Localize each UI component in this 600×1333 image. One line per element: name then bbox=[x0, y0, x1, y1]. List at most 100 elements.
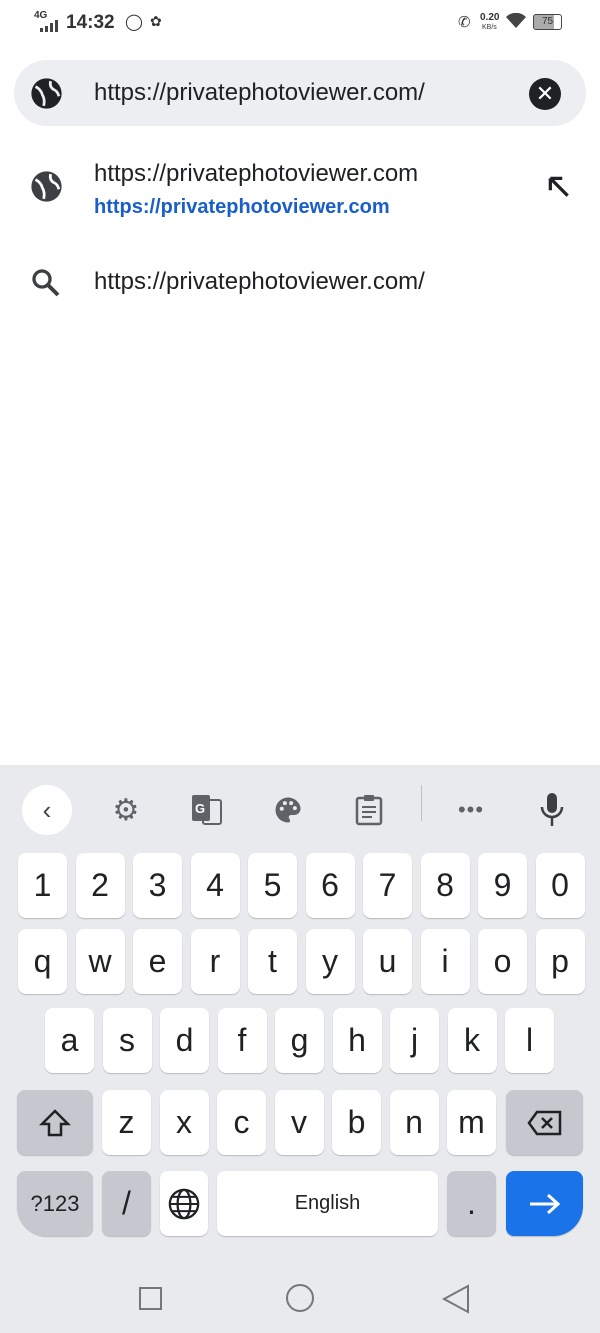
url-input[interactable]: https://privatephotoviewer.com/ bbox=[94, 79, 425, 107]
key-label: n bbox=[405, 1104, 423, 1140]
key-label: t bbox=[268, 943, 277, 979]
key-t[interactable]: t bbox=[248, 929, 297, 994]
key-6[interactable]: 6 bbox=[305, 853, 355, 918]
home-button[interactable] bbox=[286, 1284, 314, 1312]
key-label: b bbox=[347, 1104, 366, 1140]
key-label: 1 bbox=[33, 867, 52, 903]
key-p[interactable]: p bbox=[535, 929, 585, 994]
key-s[interactable]: s bbox=[102, 1008, 152, 1073]
language-key[interactable] bbox=[160, 1171, 208, 1236]
key-label: w bbox=[88, 943, 112, 979]
key-label: 5 bbox=[263, 867, 282, 903]
key-i[interactable]: i bbox=[420, 929, 470, 994]
key-8[interactable]: 8 bbox=[420, 853, 470, 918]
key-0[interactable]: 0 bbox=[535, 853, 585, 918]
key-j[interactable]: j bbox=[390, 1008, 439, 1073]
key-y[interactable]: y bbox=[305, 929, 355, 994]
globe-icon bbox=[168, 1188, 200, 1219]
key-q[interactable]: q bbox=[18, 929, 67, 994]
navigation-bar bbox=[0, 1260, 600, 1333]
address-bar[interactable]: https://privatephotoviewer.com/ ✕ bbox=[14, 60, 586, 126]
key-a[interactable]: a bbox=[45, 1008, 94, 1073]
key-label: 7 bbox=[378, 867, 397, 903]
key-o[interactable]: o bbox=[478, 929, 527, 994]
theme-button[interactable] bbox=[263, 785, 313, 835]
key-label: y bbox=[322, 943, 338, 979]
key-9[interactable]: 9 bbox=[478, 853, 527, 918]
collapse-toolbar-button[interactable]: ‹ bbox=[22, 785, 72, 835]
key-b[interactable]: b bbox=[332, 1090, 381, 1155]
key-w[interactable]: w bbox=[75, 929, 125, 994]
key-label: h bbox=[348, 1022, 366, 1058]
voice-input-button[interactable] bbox=[527, 785, 577, 835]
battery-level: 75 bbox=[541, 16, 554, 27]
key-e[interactable]: e bbox=[133, 929, 182, 994]
translate-button[interactable]: G bbox=[182, 785, 232, 835]
key-z[interactable]: z bbox=[102, 1090, 151, 1155]
clipboard-button[interactable] bbox=[344, 785, 394, 835]
key-label: e bbox=[148, 943, 167, 979]
more-icon: ••• bbox=[457, 797, 485, 822]
settings-button[interactable]: ⚙ bbox=[101, 785, 151, 835]
signal-icon bbox=[40, 20, 58, 32]
key-g[interactable]: g bbox=[275, 1008, 324, 1073]
key-label: j bbox=[410, 1022, 419, 1058]
symbols-key[interactable]: ?123 bbox=[17, 1171, 93, 1236]
key-n[interactable]: n bbox=[389, 1090, 439, 1155]
gear-icon: ⚙ bbox=[112, 793, 140, 827]
keyboard: ‹ ⚙ G ••• 1 2 3 4 5 6 7 8 9 0 qwe r t y u i o p a s d f g h j k l z… bbox=[0, 765, 600, 1260]
key-label: k bbox=[464, 1022, 480, 1058]
clear-button[interactable]: ✕ bbox=[529, 78, 561, 110]
key-v[interactable]: v bbox=[274, 1090, 324, 1155]
suggestion-item[interactable]: https://privatephotoviewer.com https://p… bbox=[0, 140, 600, 234]
key-d[interactable]: d bbox=[160, 1008, 209, 1073]
arrow-up-left-icon[interactable] bbox=[546, 174, 572, 200]
key-1[interactable]: 1 bbox=[18, 853, 67, 918]
backspace-key[interactable] bbox=[506, 1090, 583, 1155]
palette-icon bbox=[275, 797, 301, 823]
key-label: u bbox=[378, 943, 397, 979]
key-x[interactable]: x bbox=[159, 1090, 209, 1155]
key-2[interactable]: 2 bbox=[75, 853, 125, 918]
suggestion-title: https://privatephotoviewer.com/ bbox=[94, 268, 425, 295]
globe-icon bbox=[31, 78, 62, 109]
key-c[interactable]: c bbox=[217, 1090, 266, 1155]
key-7[interactable]: 7 bbox=[363, 853, 412, 918]
key-label: s bbox=[119, 1022, 135, 1058]
status-bar: 4G 14:32 ◯ ✿ ✆ 0.20 KB/s 75 bbox=[0, 0, 600, 45]
key-label: 8 bbox=[436, 867, 454, 903]
key-u[interactable]: u bbox=[363, 929, 412, 994]
period-key[interactable]: . bbox=[447, 1171, 496, 1236]
suggestion-item[interactable]: https://privatephotoviewer.com/ bbox=[0, 250, 600, 314]
clock: 14:32 bbox=[66, 12, 115, 33]
enter-key[interactable] bbox=[506, 1171, 583, 1236]
key-m[interactable]: m bbox=[447, 1090, 496, 1155]
key-label: q bbox=[33, 943, 52, 979]
slash-key[interactable]: / bbox=[102, 1171, 151, 1236]
back-button[interactable] bbox=[441, 1284, 471, 1314]
key-k[interactable]: k bbox=[447, 1008, 497, 1073]
key-label: / bbox=[122, 1185, 131, 1221]
key-3[interactable]: 3 bbox=[133, 853, 182, 918]
key-label: . bbox=[467, 1185, 476, 1221]
shift-key[interactable] bbox=[17, 1090, 93, 1155]
key-4[interactable]: 4 bbox=[190, 853, 240, 918]
battery-icon: 75 bbox=[533, 14, 562, 30]
space-key[interactable]: English bbox=[217, 1171, 438, 1236]
key-5[interactable]: 5 bbox=[248, 853, 297, 918]
key-label: g bbox=[290, 1022, 309, 1058]
toolbar-divider bbox=[421, 785, 422, 821]
mic-icon bbox=[540, 793, 564, 826]
suggestion-title: https://privatephotoviewer.com bbox=[94, 160, 419, 187]
net-speed: 0.20 bbox=[480, 12, 500, 23]
recents-button[interactable] bbox=[139, 1287, 162, 1310]
more-button[interactable]: ••• bbox=[446, 785, 496, 835]
key-label: v bbox=[291, 1104, 307, 1140]
key-f[interactable]: f bbox=[217, 1008, 267, 1073]
key-l[interactable]: l bbox=[505, 1008, 554, 1073]
globe-icon bbox=[31, 171, 62, 202]
clipboard-icon bbox=[355, 795, 383, 826]
key-r[interactable]: r bbox=[190, 929, 240, 994]
key-label: d bbox=[175, 1022, 194, 1058]
key-h[interactable]: h bbox=[332, 1008, 382, 1073]
